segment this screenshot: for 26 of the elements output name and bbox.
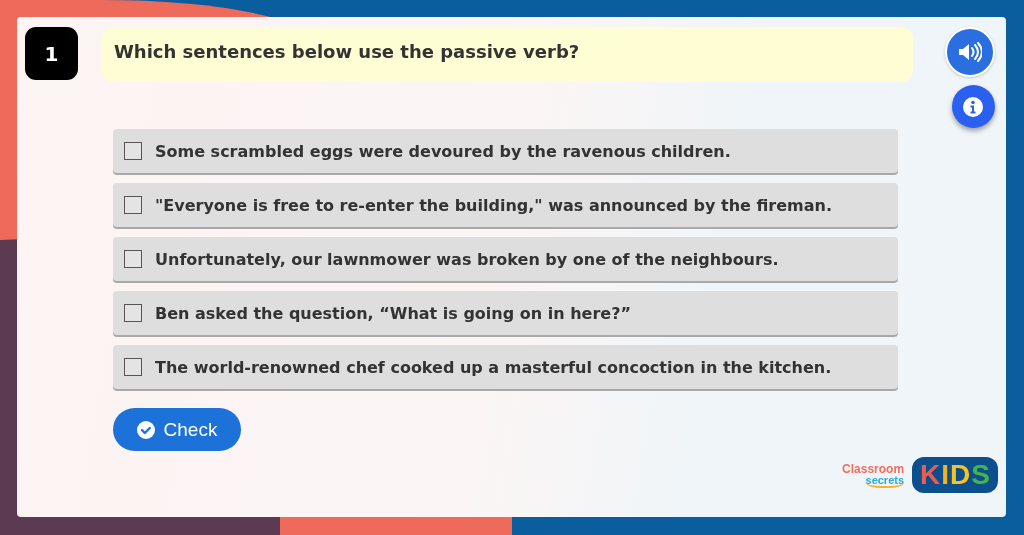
kids-logo: KIDS [912,457,998,493]
checkbox[interactable] [124,142,142,160]
option-text: Unfortunately, our lawnmower was broken by one of the neighbours. [155,249,779,269]
option-text: Ben asked the question, “What is going on in here?” [155,303,631,323]
option-text: Some scrambled eggs were devoured by the ravenous children. [155,141,731,161]
answer-option[interactable]: Ben asked the question, “What is going on in here?” [113,291,898,335]
checkbox[interactable] [124,304,142,322]
option-text: "Everyone is free to re-enter the building," was announced by the fireman. [155,195,833,215]
info-button[interactable] [951,85,995,128]
answer-option[interactable]: The world-renowned chef cooked up a masterful concoction in the kitchen. [113,345,898,389]
info-icon [963,96,983,117]
checkbox[interactable] [124,196,142,214]
logo-text: Classroom [842,462,905,475]
answer-option[interactable]: Some scrambled eggs were devoured by the ravenous children. [113,129,898,173]
answer-option[interactable]: Unfortunately, our lawnmower was broken by one of the neighbours. [113,237,898,281]
check-circle-icon [136,420,155,439]
checkbox[interactable] [124,358,142,376]
speaker-icon [958,42,982,62]
answer-option[interactable]: "Everyone is free to re-enter the building," was announced by the fireman. [113,183,898,227]
audio-button[interactable] [945,27,995,77]
checkbox[interactable] [124,250,142,268]
question-number: 1 [25,27,78,80]
question-text: Which sentences below use the passive verb? [102,27,913,82]
logo-text: secrets [865,474,905,488]
option-text: The world-renowned chef cooked up a masterful concoction in the kitchen. [155,357,832,377]
check-button[interactable]: Check [113,408,241,451]
